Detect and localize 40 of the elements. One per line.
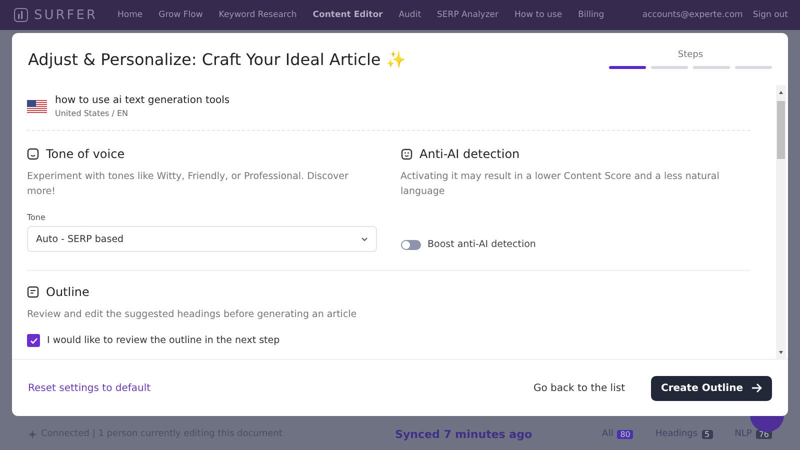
logo-text: SURFER [34, 8, 98, 22]
arrow-right-icon [751, 383, 762, 393]
nav-link[interactable]: Content Editor [312, 10, 383, 20]
check-icon [30, 336, 38, 344]
tone-dropdown[interactable]: Auto - SERP based [27, 226, 376, 252]
section-heading: Outline [46, 285, 90, 299]
nav-link[interactable]: Keyword Research [218, 10, 297, 20]
checkbox[interactable] [27, 334, 40, 347]
account-email: accounts@experte.com [642, 10, 743, 20]
sync-status: Synced 7 minutes ago [395, 428, 532, 440]
section-description: Review and edit the suggested headings before generating an article [27, 308, 358, 322]
section-heading: Tone of voice [46, 147, 125, 161]
toggle-switch[interactable] [400, 240, 420, 250]
nav-link[interactable]: How to use [514, 10, 562, 20]
dialog-title: Adjust & Personalize: Craft Your Ideal Article ✨ [28, 50, 406, 71]
chevron-down-icon [360, 236, 368, 242]
list-icon [27, 286, 39, 298]
sparkle-icon [28, 430, 37, 438]
section-description: Activating it may result in a lower Content Score and a less natural language [400, 170, 720, 199]
section-heading: Anti-AI detection [420, 147, 520, 161]
field-label: Tone [27, 213, 46, 222]
locale-text: United States / EN [55, 109, 129, 118]
create-outline-button[interactable]: Create Outline [650, 376, 772, 400]
nav-link[interactable]: Home [118, 10, 143, 20]
flag-icon [27, 100, 47, 114]
logo-icon [14, 8, 28, 22]
steps-label: Steps [678, 50, 704, 60]
face-icon [400, 148, 412, 160]
keyword-text: how to use ai text generation tools [55, 95, 230, 106]
back-button[interactable]: Go back to the list [528, 382, 631, 394]
checkbox-label: I would like to review the outline in the next step [47, 335, 280, 346]
reset-link[interactable]: Reset settings to default [28, 382, 528, 394]
section-description: Experiment with tones like Witty, Friendly, or Professional. Discover more! [27, 170, 350, 199]
sign-out-link[interactable]: Sign out [752, 10, 788, 20]
nav-link[interactable]: Grow Flow [158, 10, 203, 20]
nav-link[interactable]: Audit [398, 10, 422, 20]
nav-link[interactable]: SERP Analyzer [437, 10, 499, 20]
toggle-label: Boost anti-AI detection [428, 239, 536, 250]
smile-icon [27, 148, 39, 160]
nav-link[interactable]: Billing [578, 10, 604, 20]
